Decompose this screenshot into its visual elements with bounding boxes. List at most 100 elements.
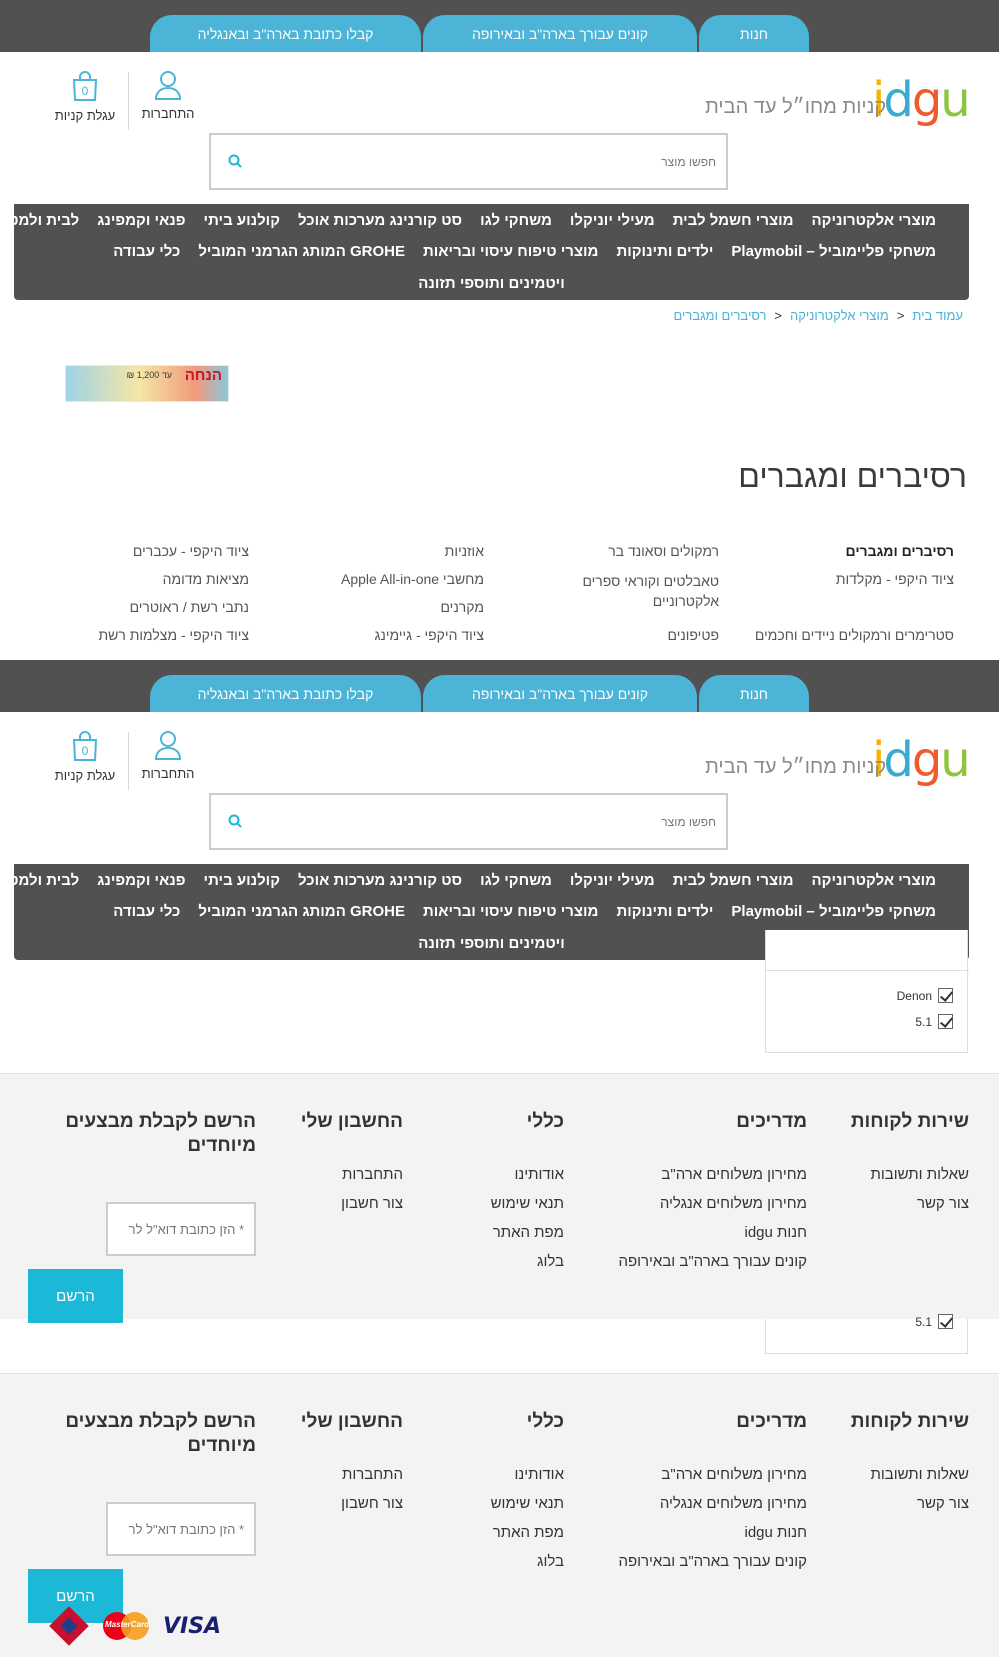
subcategory-link[interactable]: ציוד היקפי - מקלדות — [837, 571, 955, 587]
nav-item[interactable]: כלי עבודה — [105, 903, 190, 920]
footer-link[interactable]: שאלות ותשובות — [852, 1460, 970, 1489]
nav-item[interactable]: קולנוע ביתי — [196, 872, 290, 889]
subcategory-link[interactable]: ציוד היקפי - מצלמות רשת — [99, 627, 250, 643]
footer-link[interactable]: התחברות — [302, 1460, 404, 1489]
footer-link[interactable]: קונים עבורך בארה"ב ובאירופה — [619, 1247, 808, 1276]
footer-link[interactable]: תנאי שימוש — [492, 1189, 565, 1218]
tab-get-address[interactable]: קבלו כתובת בארה"ב ובאנגליה — [151, 15, 422, 52]
cart-link[interactable]: 0 עגלת קניות — [46, 70, 126, 123]
checkbox-checked[interactable] — [939, 988, 954, 1003]
footer-link[interactable]: צור קשר — [852, 1189, 970, 1218]
footer-link[interactable]: תנאי שימוש — [492, 1489, 565, 1518]
tab-shop-for-you[interactable]: קונים עבורך בארה"ב ובאירופה — [424, 675, 698, 712]
subcategory-link[interactable]: ציוד היקפי - עכברים — [134, 543, 250, 559]
search-icon[interactable] — [228, 813, 244, 829]
subcategory-link[interactable]: מקרנים — [441, 599, 485, 615]
promo-banner[interactable]: הנחה עד 1,200 ₪ — [66, 365, 230, 402]
footer-link[interactable]: מחירון משלוחים אנגליה — [619, 1489, 808, 1518]
subcategory-link[interactable]: טאבלטים וקוראי ספרים אלקטרוניים — [572, 571, 720, 611]
login-link[interactable]: התחברות — [129, 730, 209, 781]
idgu-logo[interactable]: idgu — [873, 728, 985, 792]
subcategory-link[interactable]: רסיברים ומגברים — [847, 543, 955, 559]
nav-item[interactable]: כלי עבודה — [105, 243, 190, 260]
nav-item[interactable]: מעילי יוניקלו — [562, 872, 665, 889]
footer-link[interactable]: שאלות ותשובות — [852, 1160, 970, 1189]
cart-link[interactable]: 0 עגלת קניות — [46, 730, 126, 783]
idgu-logo[interactable]: idgu — [873, 68, 985, 132]
subcategory-link[interactable]: פטיפונים — [668, 627, 720, 643]
footer-link[interactable]: חנות idgu — [619, 1518, 809, 1547]
footer-link[interactable]: בלוג — [492, 1547, 565, 1576]
nav-item[interactable]: ויטמינים ותוספי תזונה — [410, 275, 574, 292]
nav-item[interactable]: פנאי וקמפינג — [89, 872, 195, 889]
tab-get-address[interactable]: קבלו כתובת בארה"ב ובאנגליה — [151, 675, 422, 712]
subcategory-link[interactable]: רמקולים וסאונד בר — [609, 543, 720, 559]
tab-store[interactable]: חנות — [700, 15, 810, 52]
subcategory-link[interactable]: מחשבי Apple All-in-one — [342, 571, 485, 587]
nav-item[interactable]: מוצרי חשמל לבית — [665, 872, 804, 889]
footer-link[interactable]: צור חשבון — [302, 1189, 404, 1218]
newsletter-email-input[interactable] — [109, 1204, 255, 1254]
breadcrumb-electronics[interactable]: מוצרי אלקטרוניקה — [791, 308, 890, 323]
search-input[interactable] — [287, 795, 717, 848]
footer-link[interactable]: מחירון משלוחים ארה"ב — [619, 1460, 808, 1489]
subcategory-link[interactable]: סטרימרים ורמקולים ניידים וחכמים — [756, 627, 955, 643]
filter-option[interactable]: 5.1 — [916, 1314, 954, 1329]
subcategory-link[interactable]: מציאות מדומה — [164, 571, 250, 587]
nav-item[interactable]: לבית ולמטבח — [0, 212, 89, 229]
nav-item[interactable]: סט קורנינג מערכות אוכל — [290, 872, 472, 889]
footer-link[interactable]: מפת האתר — [492, 1518, 565, 1547]
nav-item[interactable]: סט קורנינג מערכות אוכל — [290, 212, 472, 229]
nav-item[interactable]: מוצרי טיפוח עיסוי ובריאות — [415, 243, 608, 260]
nav-item[interactable]: ויטמינים ותוספי תזונה — [410, 935, 574, 952]
login-link[interactable]: התחברות — [129, 70, 209, 121]
filter-option[interactable]: 5.1 — [916, 1014, 954, 1029]
search-icon[interactable] — [228, 153, 244, 169]
nav-item[interactable]: ילדים ותינוקות — [608, 243, 723, 260]
footer-link[interactable]: קונים עבורך בארה"ב ובאירופה — [619, 1547, 808, 1576]
footer-link[interactable]: בלוג — [492, 1247, 565, 1276]
footer-link[interactable]: מחירון משלוחים ארה"ב — [619, 1160, 808, 1189]
subcategory-link[interactable]: ציוד היקפי - גיימינג — [376, 627, 485, 643]
footer-link[interactable]: מפת האתר — [492, 1218, 565, 1247]
nav-item[interactable]: מוצרי טיפוח עיסוי ובריאות — [415, 903, 608, 920]
nav-item[interactable]: משחקי לגו — [472, 212, 562, 229]
nav-item[interactable]: לבית ולמטבח — [0, 872, 89, 889]
subcategory-link[interactable]: נתבי רשת / ראוטרים — [131, 599, 250, 615]
footer-link[interactable]: התחברות — [302, 1160, 404, 1189]
tab-shop-for-you[interactable]: קונים עבורך בארה"ב ובאירופה — [424, 15, 698, 52]
newsletter-email-input[interactable] — [109, 1504, 255, 1554]
nav-item[interactable]: מוצרי חשמל לבית — [665, 212, 804, 229]
nav-item[interactable]: משחקי פליימוביל – Playmobil — [723, 903, 946, 920]
search-input[interactable] — [287, 135, 717, 188]
filter-option[interactable]: Denon — [898, 988, 954, 1003]
top-bar: חנות קונים עבורך בארה"ב ובאירופה קבלו כת… — [0, 0, 1000, 52]
nav-item[interactable]: מעילי יוניקלו — [562, 212, 665, 229]
footer-link[interactable]: מחירון משלוחים אנגליה — [619, 1189, 808, 1218]
nav-item[interactable]: GROHE המותג הגרמני המוביל — [190, 243, 415, 260]
breadcrumb-current[interactable]: רסיברים ומגברים — [674, 308, 767, 323]
footer-link[interactable]: אודותינו — [492, 1160, 565, 1189]
tab-store[interactable]: חנות — [700, 675, 810, 712]
footer-col-title: שירות לקוחות — [851, 1411, 970, 1432]
tagline: קניות מחו״ל עד הבית — [706, 96, 888, 118]
newsletter-field — [107, 1202, 257, 1256]
nav-item[interactable]: משחקי פליימוביל – Playmobil — [723, 243, 946, 260]
subcategory-link[interactable]: אוזניות — [446, 543, 485, 559]
nav-item[interactable]: פנאי וקמפינג — [89, 212, 195, 229]
register-button[interactable]: הרשם — [29, 1269, 124, 1323]
nav-item[interactable]: ילדים ותינוקות — [608, 903, 723, 920]
footer-link[interactable]: צור חשבון — [302, 1489, 404, 1518]
nav-item[interactable]: GROHE המותג הגרמני המוביל — [190, 903, 415, 920]
checkbox-checked[interactable] — [939, 1314, 954, 1329]
banner-headline: הנחה — [185, 367, 223, 384]
nav-item[interactable]: מוצרי אלקטרוניקה — [804, 212, 946, 229]
nav-item[interactable]: מוצרי אלקטרוניקה — [804, 872, 946, 889]
nav-item[interactable]: קולנוע ביתי — [196, 212, 290, 229]
nav-item[interactable]: משחקי לגו — [472, 872, 562, 889]
breadcrumb-home[interactable]: עמוד בית — [913, 308, 964, 323]
footer-link[interactable]: צור קשר — [852, 1489, 970, 1518]
checkbox-checked[interactable] — [939, 1014, 954, 1029]
footer-link[interactable]: אודותינו — [492, 1460, 565, 1489]
footer-link[interactable]: חנות idgu — [619, 1218, 809, 1247]
